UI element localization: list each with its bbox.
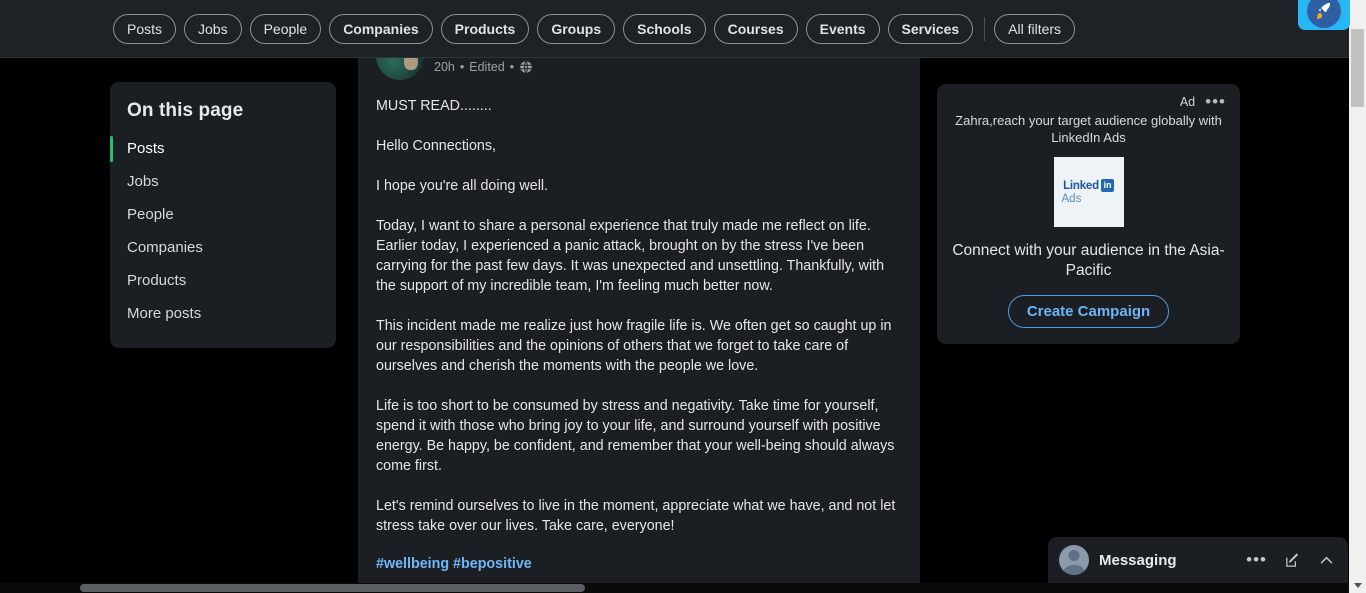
sidebar-title: On this page bbox=[127, 100, 244, 121]
search-filter-bar: Posts Jobs People Companies Products Gro… bbox=[0, 0, 1349, 58]
ad-headline: Zahra,reach your target audience globall… bbox=[955, 113, 1222, 145]
post-time: 20h bbox=[434, 60, 455, 74]
browser-extension-popup[interactable] bbox=[1298, 0, 1350, 30]
messaging-title: Messaging bbox=[1099, 551, 1177, 569]
sidebar-item-jobs[interactable]: Jobs bbox=[110, 165, 336, 198]
post-hashtags[interactable]: #wellbeing #bepositive bbox=[376, 554, 902, 574]
post-paragraph-5: Life is too short to be consumed by stre… bbox=[376, 398, 895, 474]
post-paragraph-3: Today, I want to share a personal experi… bbox=[376, 218, 885, 294]
messaging-actions: ••• bbox=[1246, 551, 1335, 569]
filter-chip-posts[interactable]: Posts bbox=[113, 13, 177, 44]
sidebar-item-products[interactable]: Products bbox=[110, 264, 336, 297]
sponsored-ad-card: Ad ••• Zahra,reach your target audience … bbox=[937, 84, 1240, 344]
create-campaign-button[interactable]: Create Campaign bbox=[1007, 295, 1170, 328]
post-sep-1: • bbox=[459, 60, 465, 74]
ad-cta-wrap: Create Campaign bbox=[951, 295, 1226, 328]
feed-post-card: 20h • Edited • MUST READ........ Hello C… bbox=[358, 44, 920, 593]
on-this-page-sidebar: On this page Posts Jobs People Companies… bbox=[110, 82, 336, 348]
sidebar-item-more-posts[interactable]: More posts bbox=[110, 297, 336, 330]
linkedin-word: Linked bbox=[1063, 179, 1099, 192]
linkedin-ads-logo[interactable]: Linked in Ads bbox=[1053, 157, 1124, 227]
ad-top-row: Ad ••• bbox=[951, 93, 1226, 110]
post-paragraph-2: I hope you're all doing well. bbox=[376, 178, 549, 194]
ad-description: Connect with your audience in the Asia-P… bbox=[952, 242, 1225, 279]
filter-chip-people[interactable]: People bbox=[249, 13, 322, 44]
chevron-up-icon[interactable] bbox=[1318, 552, 1335, 569]
ad-options-icon[interactable]: ••• bbox=[1205, 93, 1226, 110]
filter-chip-products[interactable]: Products bbox=[440, 13, 530, 44]
horizontal-scrollbar[interactable] bbox=[0, 583, 1349, 593]
post-sep-2: • bbox=[509, 60, 515, 74]
post-paragraph-6: Let's remind ourselves to live in the mo… bbox=[376, 498, 896, 534]
filter-chip-events[interactable]: Events bbox=[805, 13, 880, 44]
post-edited-label: Edited bbox=[469, 60, 505, 74]
filter-chip-groups[interactable]: Groups bbox=[537, 13, 616, 44]
sidebar-item-companies[interactable]: Companies bbox=[110, 231, 336, 264]
globe-icon bbox=[519, 60, 533, 74]
filter-divider bbox=[984, 16, 986, 41]
post-paragraph-1: Hello Connections, bbox=[376, 138, 497, 154]
filter-chip-schools[interactable]: Schools bbox=[623, 13, 706, 44]
rocket-icon bbox=[1307, 0, 1341, 28]
linkedin-in-box: in bbox=[1100, 179, 1114, 192]
sidebar-item-posts[interactable]: Posts bbox=[110, 132, 336, 165]
compose-message-icon[interactable] bbox=[1284, 552, 1301, 569]
messaging-avatar bbox=[1059, 545, 1089, 575]
filter-chip-services[interactable]: Services bbox=[887, 13, 974, 44]
post-paragraph-0: MUST READ........ bbox=[376, 98, 492, 114]
filter-chip-companies[interactable]: Companies bbox=[329, 13, 433, 44]
vertical-scrollbar[interactable] bbox=[1349, 0, 1366, 593]
vertical-scrollbar-thumb[interactable] bbox=[1351, 29, 1364, 107]
post-metadata: 20h • Edited • bbox=[434, 60, 533, 74]
sidebar-item-people[interactable]: People bbox=[110, 198, 336, 231]
browser-viewport: Posts Jobs People Companies Products Gro… bbox=[0, 0, 1366, 593]
post-paragraph-4: This incident made me realize just how f… bbox=[376, 318, 892, 374]
horizontal-scrollbar-thumb[interactable] bbox=[80, 584, 585, 592]
ad-image-wrap: Linked in Ads bbox=[951, 157, 1226, 227]
filter-chip-courses[interactable]: Courses bbox=[713, 13, 798, 44]
messaging-bar[interactable]: Messaging ••• bbox=[1048, 537, 1348, 583]
scroll-down-arrow-icon[interactable] bbox=[1349, 578, 1366, 592]
filter-chip-jobs[interactable]: Jobs bbox=[184, 13, 242, 44]
all-filters-button[interactable]: All filters bbox=[994, 13, 1076, 44]
post-body: MUST READ........ Hello Connections, I h… bbox=[376, 96, 902, 574]
linkedin-wordmark: Linked in bbox=[1063, 179, 1114, 192]
messaging-options-icon[interactable]: ••• bbox=[1246, 551, 1267, 568]
linkedin-ads-sublabel: Ads bbox=[1061, 193, 1082, 205]
ad-label: Ad bbox=[1179, 95, 1196, 109]
